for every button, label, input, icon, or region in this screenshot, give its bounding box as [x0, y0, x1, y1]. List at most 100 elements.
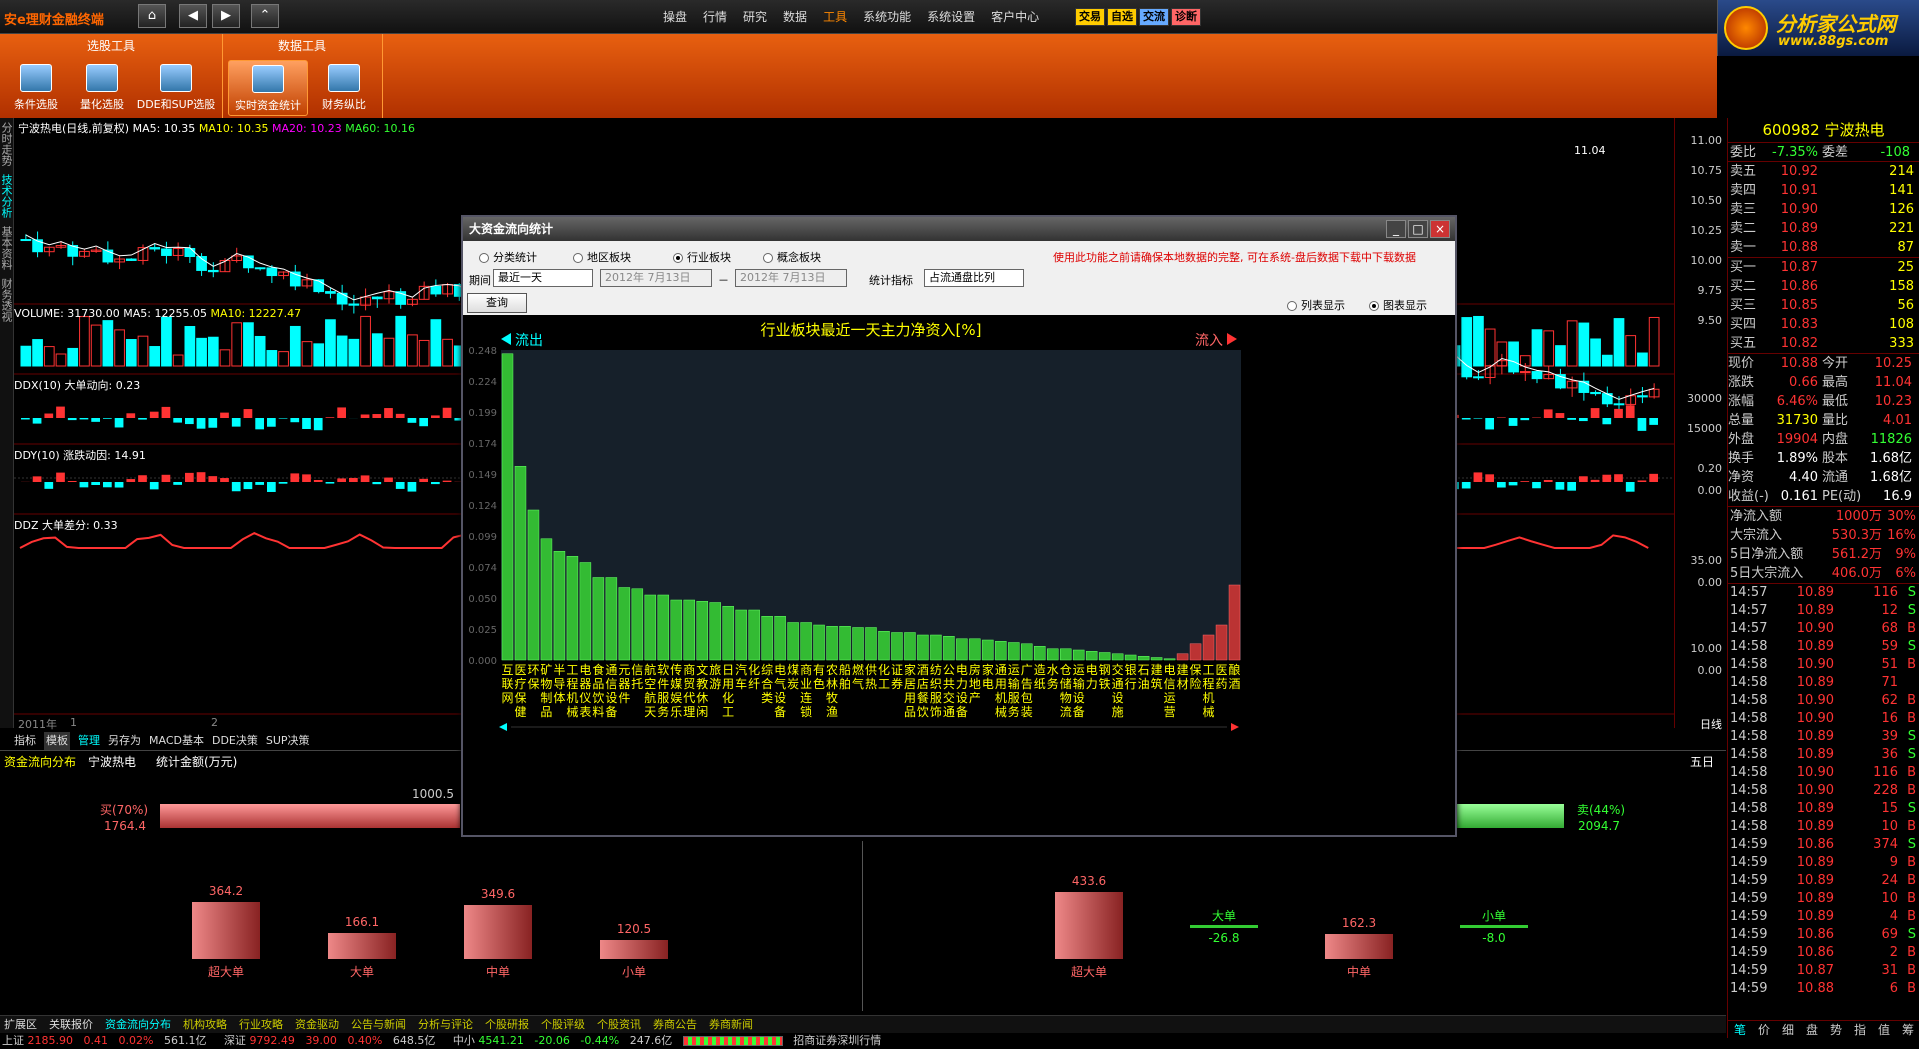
industry-bar[interactable]	[709, 602, 721, 661]
quote-tab[interactable]: 笔	[1728, 1021, 1752, 1038]
tab-macd[interactable]: MACD基本	[149, 732, 204, 750]
view-list-radio[interactable]: 列表显示	[1287, 297, 1345, 313]
status-tab[interactable]: 券商新闻	[709, 1016, 753, 1033]
industry-bar[interactable]	[657, 594, 670, 661]
industry-bar[interactable]	[631, 588, 644, 661]
status-tab[interactable]: 扩展区	[4, 1016, 37, 1033]
industry-bar[interactable]	[1085, 651, 1098, 661]
quote-tab[interactable]: 价	[1752, 1021, 1776, 1038]
scroll-left-icon[interactable]	[499, 723, 507, 731]
industry-bar[interactable]	[527, 509, 540, 661]
status-tab[interactable]: 资金驱动	[295, 1016, 339, 1033]
home-button[interactable]: ⌂	[138, 4, 166, 28]
status-tab[interactable]: 资金流向分布	[105, 1016, 171, 1033]
menu-item[interactable]: 行情	[695, 8, 735, 26]
industry-bar[interactable]	[683, 599, 695, 661]
status-tab[interactable]: 分析与评论	[418, 1016, 473, 1033]
industry-bar[interactable]	[1111, 653, 1124, 661]
industry-bar[interactable]	[852, 627, 864, 661]
industry-bar[interactable]	[930, 634, 942, 661]
industry-bar[interactable]	[592, 577, 605, 661]
industry-bar[interactable]	[1163, 658, 1176, 661]
tab-template[interactable]: 模板	[44, 732, 70, 750]
industry-bar[interactable]	[878, 631, 890, 661]
finance-compare-button[interactable]: 财务纵比	[308, 60, 380, 116]
industry-bar[interactable]	[670, 599, 683, 661]
industry-bar[interactable]	[1008, 642, 1020, 661]
collapse-up-button[interactable]: ⌃	[251, 4, 279, 28]
tab-dde[interactable]: DDE决策	[212, 732, 258, 750]
minimize-icon[interactable]: _	[1386, 220, 1406, 238]
menu-item[interactable]: 操盘	[655, 8, 695, 26]
dde-sup-select-button[interactable]: DDE和SUP选股	[136, 60, 216, 116]
industry-bar[interactable]	[761, 616, 773, 661]
menu-item[interactable]: 系统设置	[919, 8, 983, 26]
industry-bar[interactable]	[1215, 624, 1228, 661]
status-tab[interactable]: 关联报价	[49, 1016, 93, 1033]
side-tab-fundamentals[interactable]: 基本资料	[0, 222, 14, 274]
industry-bar[interactable]	[774, 616, 786, 661]
industry-bar[interactable]	[904, 632, 916, 661]
tab-indicator[interactable]: 指标	[14, 732, 36, 750]
industry-bar[interactable]	[1176, 653, 1189, 661]
industry-bar[interactable]	[540, 538, 553, 661]
industry-bar[interactable]	[1150, 657, 1163, 661]
quick-button[interactable]: 交流	[1139, 8, 1169, 26]
maximize-icon[interactable]: □	[1408, 220, 1428, 238]
industry-bar[interactable]	[1228, 584, 1241, 661]
industry-bar[interactable]	[696, 601, 708, 661]
side-tab-finance[interactable]: 财务透视	[0, 274, 14, 326]
industry-bar[interactable]	[501, 353, 514, 661]
industry-bar[interactable]	[956, 638, 968, 661]
status-tab[interactable]: 公告与新闻	[351, 1016, 406, 1033]
status-tab[interactable]: 机构攻略	[183, 1016, 227, 1033]
tab-save-as[interactable]: 另存为	[108, 732, 141, 750]
status-tab[interactable]: 个股资讯	[597, 1016, 641, 1033]
industry-bar[interactable]	[553, 551, 566, 661]
menu-item[interactable]: 研究	[735, 8, 775, 26]
industry-bar[interactable]	[1072, 649, 1085, 661]
industry-bar[interactable]	[813, 624, 825, 661]
industry-bar[interactable]	[826, 626, 838, 661]
industry-bar[interactable]	[566, 556, 579, 661]
industry-bar[interactable]	[839, 626, 851, 661]
radio-category[interactable]: 分类统计	[479, 249, 537, 265]
scroll-right-icon[interactable]	[1231, 723, 1239, 731]
quick-button[interactable]: 自选	[1107, 8, 1137, 26]
industry-bar[interactable]	[1189, 643, 1202, 661]
status-tab[interactable]: 行业攻略	[239, 1016, 283, 1033]
tab-sup[interactable]: SUP决策	[266, 732, 310, 750]
side-tab-intraday[interactable]: 分时走势	[0, 118, 14, 170]
industry-bar[interactable]	[865, 627, 877, 661]
industry-bar[interactable]	[722, 606, 734, 661]
industry-bar[interactable]	[1059, 648, 1072, 661]
industry-bar[interactable]	[800, 622, 812, 661]
quote-tab[interactable]: 盘	[1800, 1021, 1824, 1038]
radio-industry[interactable]: 行业板块	[673, 249, 731, 265]
industry-bar[interactable]	[618, 587, 631, 661]
quick-button[interactable]: 诊断	[1171, 8, 1201, 26]
status-tab[interactable]: 券商公告	[653, 1016, 697, 1033]
tab-manage[interactable]: 管理	[78, 732, 100, 750]
industry-bar[interactable]	[579, 562, 592, 661]
industry-bar[interactable]	[969, 638, 981, 661]
industry-bar[interactable]	[605, 577, 618, 661]
menu-item[interactable]: 数据	[775, 8, 815, 26]
industry-bar[interactable]	[943, 636, 955, 661]
menu-item[interactable]: 工具	[815, 8, 855, 26]
industry-bar[interactable]	[1021, 643, 1033, 661]
query-button[interactable]: 查询	[467, 293, 527, 313]
status-tab[interactable]: 个股研报	[485, 1016, 529, 1033]
industry-bar[interactable]	[514, 466, 527, 661]
industry-bar[interactable]	[1098, 652, 1111, 661]
radio-region[interactable]: 地区板块	[573, 249, 631, 265]
industry-bar[interactable]	[982, 639, 994, 661]
industry-bar[interactable]	[891, 632, 903, 661]
industry-bar[interactable]	[1047, 648, 1059, 661]
industry-bar[interactable]	[748, 609, 760, 661]
date-from-select[interactable]: 2012年 7月13日	[600, 269, 712, 287]
metric-select[interactable]: 占流通盘比列	[924, 269, 1024, 287]
menu-item[interactable]: 客户中心	[983, 8, 1047, 26]
quote-tab[interactable]: 筹	[1896, 1021, 1919, 1038]
industry-bar[interactable]	[1202, 634, 1215, 661]
